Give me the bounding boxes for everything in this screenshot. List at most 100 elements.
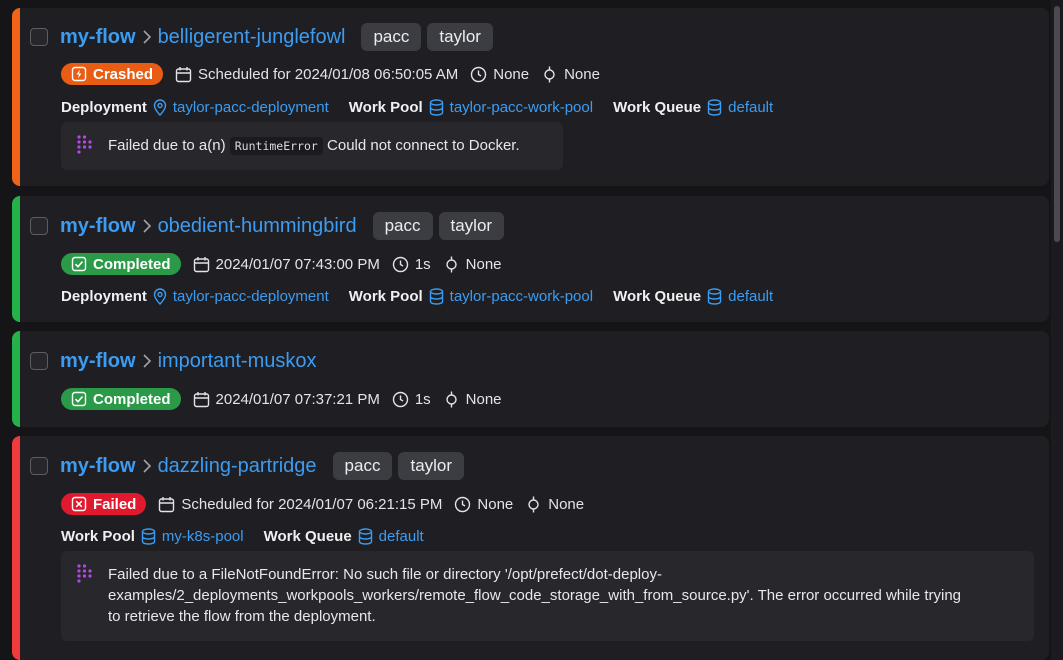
clock-icon — [392, 256, 409, 272]
calendar-icon — [193, 391, 209, 407]
chevron-right-icon — [142, 218, 152, 234]
work-queue-link[interactable]: default — [707, 288, 773, 305]
map-pin-icon — [153, 287, 167, 305]
task-run-icon — [445, 256, 457, 272]
work-pool-link[interactable]: taylor-pacc-work-pool — [429, 288, 593, 305]
tag-list: pacc taylor — [332, 452, 465, 480]
task-run-icon — [544, 66, 555, 82]
check-icon — [71, 256, 87, 272]
flow-run-name-link[interactable]: important-muskox — [158, 350, 317, 373]
tag[interactable]: pacc — [332, 452, 393, 480]
lightning-icon — [71, 66, 87, 82]
logs-dots-icon — [77, 135, 92, 154]
duration: 1s — [392, 256, 431, 273]
deployment-link[interactable]: taylor-pacc-deployment — [153, 288, 329, 305]
tag[interactable]: taylor — [427, 23, 493, 51]
duration: None — [470, 66, 529, 83]
work-queue-label: Work Queue — [613, 98, 702, 116]
message-text: Could not connect to Docker. — [327, 137, 520, 154]
work-pool-link[interactable]: my-k8s-pool — [141, 528, 244, 545]
tag[interactable]: pacc — [361, 23, 422, 51]
error-type-code: RuntimeError — [229, 137, 323, 155]
scrollbar[interactable] — [1051, 0, 1063, 660]
message-text: Failed due to a(n) — [108, 137, 226, 154]
flow-run-card: my-flow obedient-hummingbird pacc taylor… — [12, 196, 1049, 322]
state-bar-completed — [12, 331, 20, 427]
work-pool-label: Work Pool — [61, 527, 135, 545]
database-icon — [429, 98, 443, 116]
task-runs: None — [443, 391, 502, 408]
start-time: Scheduled for 2024/01/08 06:50:05 AM — [175, 66, 458, 83]
scrollbar-thumb[interactable] — [1054, 6, 1060, 242]
start-time: Scheduled for 2024/01/07 06:21:15 PM — [158, 496, 442, 513]
flow-run-name-link[interactable]: belligerent-junglefowl — [158, 26, 346, 49]
clock-icon — [471, 66, 487, 82]
flow-run-name-link[interactable]: dazzling-partridge — [158, 455, 317, 478]
task-run-icon — [528, 496, 539, 512]
start-time: 2024/01/07 07:43:00 PM — [193, 256, 380, 273]
logs-dots-icon — [77, 564, 92, 583]
chevron-right-icon — [142, 458, 152, 474]
select-checkbox[interactable] — [30, 217, 48, 235]
database-icon — [141, 527, 156, 545]
database-icon — [358, 527, 372, 545]
message-line: to retrieve the flow from the deployment… — [108, 608, 376, 625]
calendar-icon — [175, 66, 192, 82]
state-message: Failed due to a FileNotFoundError: No su… — [61, 551, 1034, 641]
message-line: examples/2_deployments_workpools_workers… — [108, 587, 962, 604]
task-runs: None — [525, 496, 584, 513]
state-message: Failed due to a(n) RuntimeError Could no… — [61, 122, 563, 170]
work-queue-label: Work Queue — [613, 287, 702, 305]
flow-name-link[interactable]: my-flow — [60, 455, 136, 478]
chevron-right-icon — [142, 353, 152, 369]
work-queue-link[interactable]: default — [358, 528, 424, 545]
work-pool-label: Work Pool — [348, 287, 423, 305]
task-run-icon — [445, 391, 457, 407]
deployment-link[interactable]: taylor-pacc-deployment — [153, 99, 329, 116]
deployment-label: Deployment — [61, 287, 147, 305]
flow-run-card: my-flow important-muskox Completed 2024/… — [12, 331, 1049, 427]
state-badge: Completed — [61, 388, 181, 410]
start-time: 2024/01/07 07:37:21 PM — [193, 391, 380, 408]
task-runs: None — [541, 66, 600, 83]
work-pool-label: Work Pool — [348, 98, 423, 116]
duration: 1s — [392, 391, 431, 408]
map-pin-icon — [153, 98, 167, 116]
select-checkbox[interactable] — [30, 352, 48, 370]
state-badge: Completed — [61, 253, 181, 275]
flow-run-name-link[interactable]: obedient-hummingbird — [158, 215, 357, 238]
database-icon — [707, 98, 722, 116]
flow-name-link[interactable]: my-flow — [60, 26, 136, 49]
flow-name-link[interactable]: my-flow — [60, 350, 136, 373]
work-pool-link[interactable]: taylor-pacc-work-pool — [429, 99, 593, 116]
state-bar-completed — [12, 196, 20, 322]
select-checkbox[interactable] — [30, 457, 48, 475]
database-icon — [707, 287, 722, 305]
calendar-icon — [193, 256, 209, 272]
tag[interactable]: taylor — [398, 452, 465, 480]
calendar-icon — [159, 496, 175, 512]
duration: None — [454, 496, 513, 513]
state-badge: Failed — [61, 493, 147, 515]
work-queue-label: Work Queue — [263, 527, 352, 545]
tag-list: pacc taylor — [372, 212, 505, 240]
state-badge: Crashed — [61, 63, 164, 85]
state-bar-crashed — [12, 8, 20, 186]
deployment-label: Deployment — [61, 98, 147, 116]
clock-icon — [392, 391, 409, 407]
clock-icon — [455, 496, 471, 512]
chevron-right-icon — [142, 29, 152, 45]
task-runs: None — [443, 256, 502, 273]
message-line: Failed due to a FileNotFoundError: No su… — [108, 566, 662, 583]
flow-run-card: my-flow belligerent-junglefowl pacc tayl… — [12, 8, 1049, 186]
tag[interactable]: pacc — [372, 212, 433, 240]
tag[interactable]: taylor — [438, 212, 505, 240]
work-queue-link[interactable]: default — [707, 99, 773, 116]
state-bar-failed — [12, 436, 20, 660]
flow-name-link[interactable]: my-flow — [60, 215, 136, 238]
flow-run-card: my-flow dazzling-partridge pacc taylor F… — [12, 436, 1049, 660]
database-icon — [429, 287, 443, 305]
tag-list: pacc taylor — [361, 23, 493, 51]
select-checkbox[interactable] — [30, 28, 48, 46]
x-icon — [71, 496, 87, 512]
